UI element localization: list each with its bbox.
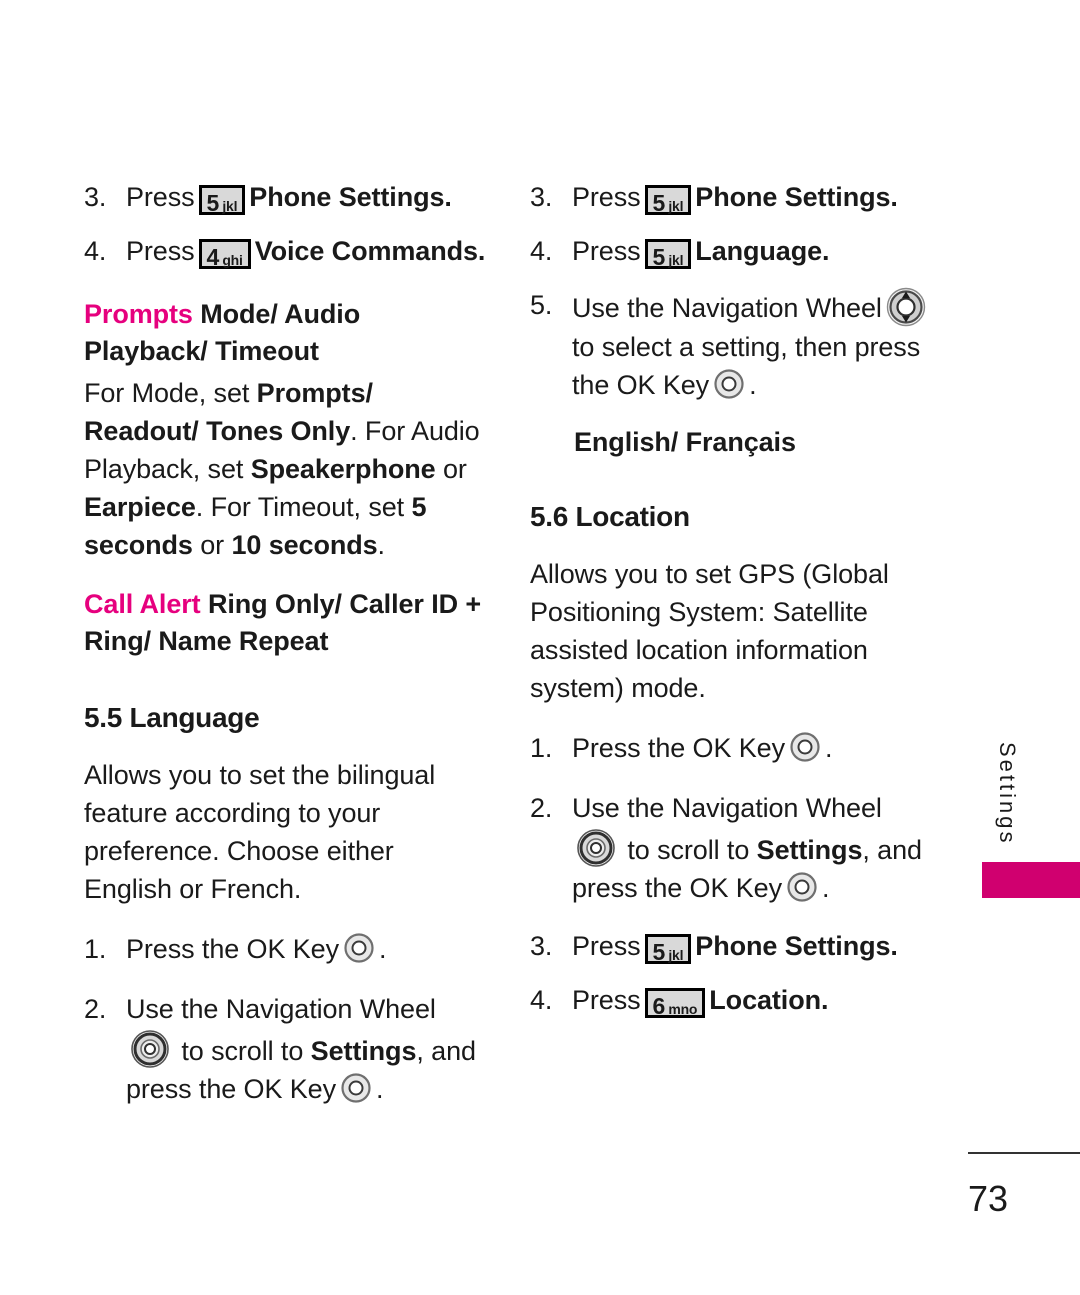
text-bold: Speakerphone [250, 454, 436, 484]
step-number: 1. [530, 733, 553, 763]
step-target: Phone Settings. [249, 182, 452, 212]
key-digit: 4 [206, 244, 220, 270]
phone-key-6: 6 mno [644, 988, 706, 1019]
phone-key-5: 5 jkl [644, 239, 692, 270]
step-period: . [376, 1074, 384, 1104]
step-line-2-pre: to scroll to [174, 1036, 311, 1066]
call-alert-label: Call Alert [84, 589, 201, 619]
step-target: Phone Settings. [695, 182, 898, 212]
step-target: Location. [709, 985, 829, 1015]
step-period: . [749, 370, 757, 400]
step-target: Language. [695, 236, 830, 266]
step-verb: Press [126, 182, 195, 212]
phone-key-5: 5 jkl [198, 185, 246, 216]
prompts-description: For Mode, set Prompts/ Readout/ Tones On… [84, 374, 488, 564]
step-target-settings: Settings [310, 1036, 417, 1066]
call-alert-subheading: Call Alert Ring Only/ Caller ID + Ring/ … [84, 586, 488, 660]
key-letters: mno [668, 1001, 698, 1017]
text-fragment: For Mode, set [84, 378, 257, 408]
step-number: 4. [530, 985, 553, 1015]
step-verb: Press [572, 985, 641, 1015]
ok-key-icon [339, 1071, 373, 1105]
step-number: 4. [530, 236, 553, 266]
step-text: Press the OK Key [572, 733, 785, 763]
ok-key-icon [342, 931, 376, 965]
step-number: 3. [84, 182, 107, 212]
step-line-1: Use the Navigation Wheel [126, 994, 436, 1024]
step-line-2-pre: to scroll to [620, 835, 757, 865]
key-letters: jkl [668, 252, 684, 268]
key-digit: 5 [652, 939, 666, 965]
phone-key-5: 5 jkl [644, 185, 692, 216]
left-step-3: 3. Press 5 jkl Phone Settings. [84, 178, 488, 216]
key-digit: 6 [652, 993, 666, 1019]
right-step-5: 5. Use the Navigation Wheel to select a se… [530, 286, 942, 404]
language-intro-paragraph: Allows you to set the bilingual feature … [84, 760, 436, 904]
text-fragment: . [377, 530, 386, 560]
footer-divider [968, 1152, 1080, 1154]
phone-key-4: 4 ghi [198, 239, 251, 270]
side-tab-label: Settings [995, 742, 1020, 846]
text-fragment: or [435, 454, 467, 484]
key-letters: jkl [668, 198, 684, 214]
key-digit: 5 [206, 190, 220, 216]
section-heading-5-6: 5.6 Location [530, 501, 690, 532]
step-verb: Press [126, 236, 195, 266]
step-number: 2. [84, 994, 107, 1024]
section-heading-5-5: 5.5 Language [84, 702, 260, 733]
step-number: 1. [84, 934, 107, 964]
right-column: 3. Press 5 jkl Phone Settings. 4. Press 5 jkl La… [530, 178, 942, 1035]
key-digit: 5 [652, 190, 666, 216]
step-line-1: Use the Navigation Wheel [572, 293, 882, 323]
key-digit: 5 [652, 244, 666, 270]
text-fragment: . For Timeout, set [195, 492, 412, 522]
left-language-step-2: 2. Use the Navigation Wheel to scroll to … [84, 990, 488, 1108]
ok-key-icon [785, 870, 819, 904]
left-location-step-1: 1. Press the OK Key. [84, 930, 488, 968]
right-location-step-3: 3. Press 5 jkl Phone Settings. [530, 927, 942, 965]
step-number: 5. [530, 290, 553, 320]
right-location-step-4: 4. Press 6 mno Location. [530, 981, 942, 1019]
key-letters: jkl [668, 947, 684, 963]
page-number: 73 [968, 1178, 1009, 1219]
text-bold: Earpiece [84, 492, 196, 522]
language-options: English/ Français [574, 427, 796, 457]
location-intro-paragraph: Allows you to set GPS (Global Positionin… [530, 559, 889, 703]
step-verb: Press [572, 931, 641, 961]
step-number: 4. [84, 236, 107, 266]
navigation-wheel-icon [129, 1028, 171, 1070]
text-fragment: or [192, 530, 232, 560]
step-target-settings: Settings [756, 835, 863, 865]
right-location-step-2: 2. Use the Navigation Wheel to scroll to … [530, 789, 942, 907]
text-bold: 10 seconds [231, 530, 378, 560]
step-period: . [825, 733, 833, 763]
step-line-1: Use the Navigation Wheel [572, 793, 882, 823]
right-step-4: 4. Press 5 jkl Language. [530, 232, 942, 270]
right-location-step-1: 1. Press the OK Key. [530, 729, 942, 767]
step-period: . [379, 934, 387, 964]
right-step-3: 3. Press 5 jkl Phone Settings. [530, 178, 942, 216]
ok-key-icon [788, 730, 822, 764]
step-text: Press the OK Key [126, 934, 339, 964]
step-target: Phone Settings. [695, 931, 898, 961]
manual-page: 3. Press 5 jkl Phone Settings. 4. Press 4 ghi Vo… [0, 0, 1080, 1295]
step-number: 3. [530, 931, 553, 961]
navigation-wheel-arrows-icon [885, 286, 927, 328]
left-step-4: 4. Press 4 ghi Voice Commands. [84, 232, 488, 270]
phone-key-5: 5 jkl [644, 934, 692, 965]
step-number: 3. [530, 182, 553, 212]
step-verb: Press [572, 236, 641, 266]
navigation-wheel-icon [575, 827, 617, 869]
prompts-label: Prompts [84, 299, 193, 329]
prompts-subheading: Prompts Mode/ Audio Playback/ Timeout [84, 296, 488, 370]
step-verb: Press [572, 182, 641, 212]
key-letters: ghi [222, 252, 243, 268]
step-number: 2. [530, 793, 553, 823]
ok-key-icon [712, 367, 746, 401]
left-column: 3. Press 5 jkl Phone Settings. 4. Press 4 ghi Vo… [84, 178, 488, 1124]
step-target: Voice Commands. [254, 236, 486, 266]
step-period: . [822, 873, 830, 903]
side-tab-marker [982, 862, 1080, 898]
key-letters: jkl [222, 198, 238, 214]
